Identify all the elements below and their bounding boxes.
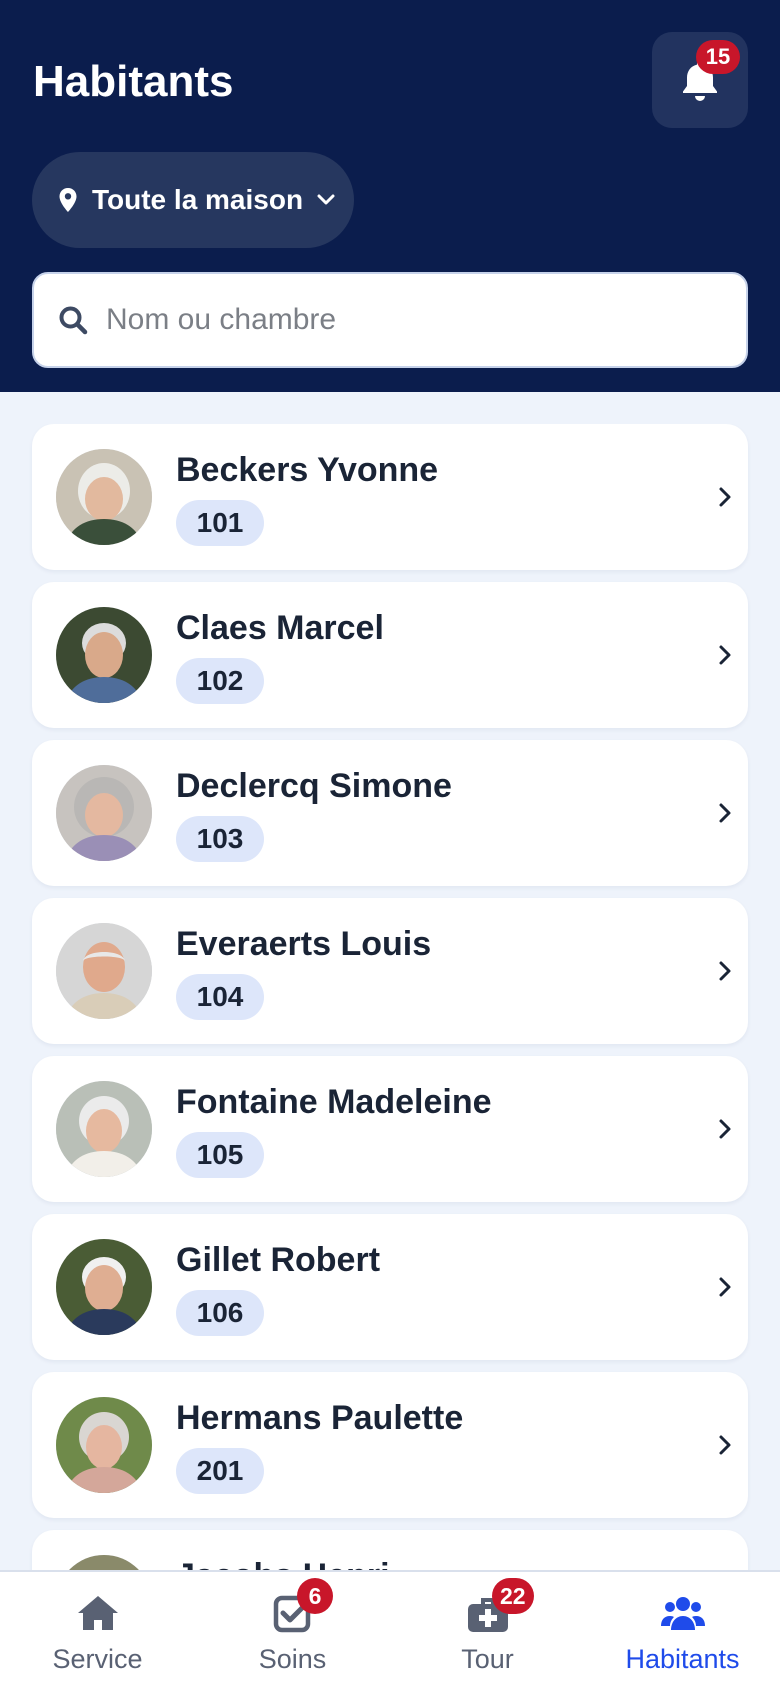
tab-badge: 6 xyxy=(297,1578,333,1614)
resident-name: Declercq Simone xyxy=(176,767,452,805)
resident-card[interactable]: Hermans Paulette 201 xyxy=(32,1372,748,1518)
resident-name: Jacobs Henri xyxy=(176,1556,390,1570)
resident-name: Hermans Paulette xyxy=(176,1399,464,1437)
room-badge: 105 xyxy=(176,1132,264,1178)
chevron-right-icon xyxy=(719,1435,731,1455)
resident-card[interactable]: Beckers Yvonne 101 xyxy=(32,424,748,570)
room-badge: 103 xyxy=(176,816,264,862)
tab-label: Soins xyxy=(258,1644,327,1674)
residents-list: Beckers Yvonne 101 Claes Marcel 102 Decl… xyxy=(0,424,780,1570)
tab-service[interactable]: Service xyxy=(0,1572,195,1688)
avatar xyxy=(56,607,152,703)
bottom-tab-bar: Service 6 Soins 22 Tour Habitants xyxy=(0,1570,780,1688)
resident-card[interactable]: Declercq Simone 103 xyxy=(32,740,748,886)
search-field[interactable] xyxy=(32,272,748,368)
avatar xyxy=(56,1081,152,1177)
location-filter-dropdown[interactable]: Toute la maison xyxy=(32,152,354,248)
resident-card[interactable]: Gillet Robert 106 xyxy=(32,1214,748,1360)
resident-name: Fontaine Madeleine xyxy=(176,1083,492,1121)
search-input[interactable] xyxy=(106,303,686,337)
resident-name: Beckers Yvonne xyxy=(176,451,439,489)
tab-badge: 22 xyxy=(492,1578,534,1614)
tab-label: Habitants xyxy=(625,1644,740,1674)
tab-habitants[interactable]: Habitants xyxy=(585,1572,780,1688)
chevron-down-icon xyxy=(317,194,335,205)
location-filter-label: Toute la maison xyxy=(92,184,304,215)
avatar xyxy=(56,923,152,1019)
room-badge: 201 xyxy=(176,1448,264,1494)
chevron-right-icon xyxy=(719,487,731,507)
app-header: Habitants 15 Toute la maison xyxy=(0,0,780,392)
room-badge: 104 xyxy=(176,974,264,1020)
room-badge: 101 xyxy=(176,500,264,546)
resident-name: Everaerts Louis xyxy=(176,925,432,963)
home-icon xyxy=(77,1596,118,1630)
resident-card[interactable]: Claes Marcel 102 xyxy=(32,582,748,728)
map-pin-icon xyxy=(59,188,77,212)
chevron-right-icon xyxy=(719,645,731,665)
resident-name: Gillet Robert xyxy=(176,1241,381,1279)
tab-soins[interactable]: 6 Soins xyxy=(195,1572,390,1688)
search-icon xyxy=(59,306,88,335)
tab-tour[interactable]: 22 Tour xyxy=(390,1572,585,1688)
chevron-right-icon xyxy=(719,961,731,981)
notifications-button[interactable]: 15 xyxy=(652,32,748,128)
room-badge: 102 xyxy=(176,658,264,704)
avatar xyxy=(56,1555,152,1570)
resident-name: Claes Marcel xyxy=(176,609,384,647)
room-badge: 106 xyxy=(176,1290,264,1336)
resident-card[interactable]: Jacobs Henri xyxy=(32,1530,748,1570)
chevron-right-icon xyxy=(719,803,731,823)
resident-card[interactable]: Fontaine Madeleine 105 xyxy=(32,1056,748,1202)
notification-badge: 15 xyxy=(696,40,740,74)
tab-label: Service xyxy=(52,1644,143,1674)
chevron-right-icon xyxy=(719,1277,731,1297)
avatar xyxy=(56,765,152,861)
chevron-right-icon xyxy=(719,1119,731,1139)
resident-card[interactable]: Everaerts Louis 104 xyxy=(32,898,748,1044)
avatar xyxy=(56,1397,152,1493)
page-title: Habitants xyxy=(33,57,234,106)
avatar xyxy=(56,1239,152,1335)
avatar xyxy=(56,449,152,545)
users-icon xyxy=(660,1597,705,1630)
tab-label: Tour xyxy=(461,1644,514,1674)
